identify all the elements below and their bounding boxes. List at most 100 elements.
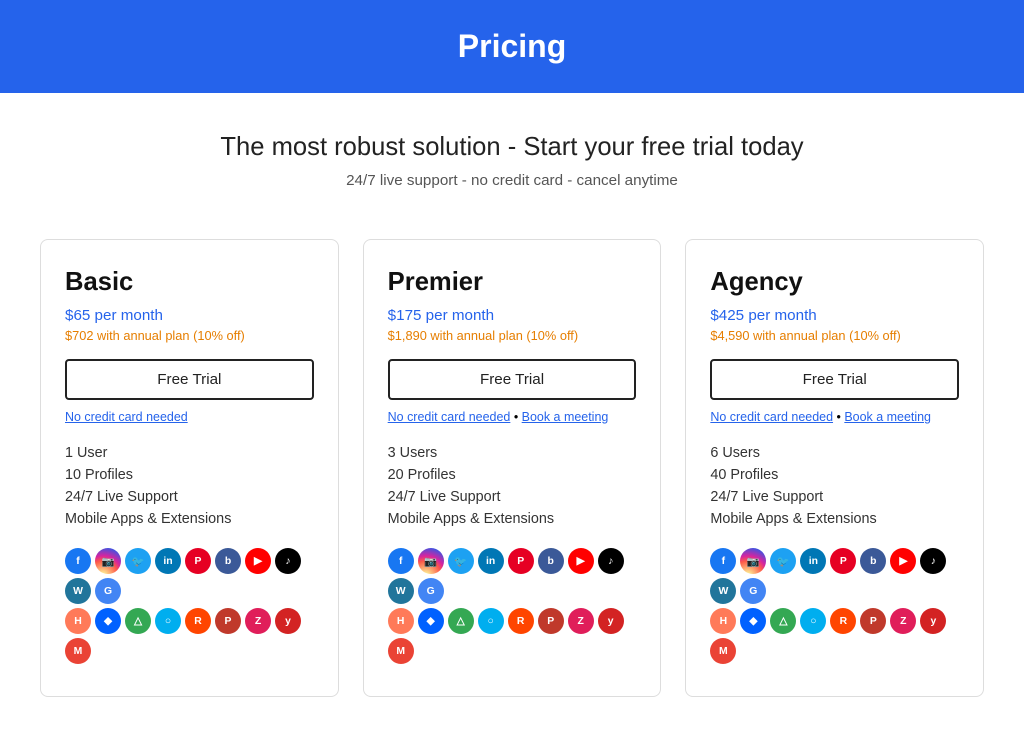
price-annual-basic: $702 with annual plan (10% off) bbox=[65, 328, 314, 343]
feature-premier-2: 24/7 Live Support bbox=[388, 486, 637, 508]
feature-basic-2: 24/7 Live Support bbox=[65, 486, 314, 508]
dropbox-icon: ◆ bbox=[418, 608, 444, 634]
plan-card-basic: Basic $65 per month $702 with annual pla… bbox=[40, 239, 339, 697]
zapier-icon: Z bbox=[245, 608, 271, 634]
tiktok-icon: ♪ bbox=[920, 548, 946, 574]
price-main-premier: $175 per month bbox=[388, 307, 637, 324]
buffer-icon: b bbox=[215, 548, 241, 574]
youtube-icon: ▶ bbox=[890, 548, 916, 574]
features-premier: 3 Users 20 Profiles 24/7 Live Support Mo… bbox=[388, 442, 637, 530]
reddit-icon: R bbox=[185, 608, 211, 634]
googledrive-icon: △ bbox=[125, 608, 151, 634]
free-trial-button-basic[interactable]: Free Trial bbox=[65, 359, 314, 400]
pinterest-icon: P bbox=[508, 548, 534, 574]
buffer2-icon: ○ bbox=[478, 608, 504, 634]
price-annual-premier: $1,890 with annual plan (10% off) bbox=[388, 328, 637, 343]
tiktok-icon: ♪ bbox=[598, 548, 624, 574]
hero-headline: The most robust solution - Start your fr… bbox=[20, 133, 1004, 162]
tiktok-icon: ♪ bbox=[275, 548, 301, 574]
facebook-icon: f bbox=[65, 548, 91, 574]
pocket-icon: P bbox=[860, 608, 886, 634]
gmail-icon: M bbox=[65, 638, 91, 664]
free-trial-button-agency[interactable]: Free Trial bbox=[710, 359, 959, 400]
pocket-icon: P bbox=[538, 608, 564, 634]
reddit-icon: R bbox=[508, 608, 534, 634]
instagram-icon: 📷 bbox=[95, 548, 121, 574]
google-icon: G bbox=[740, 578, 766, 604]
social-icons-row2-agency: H ◆ △ ○ R P Z y M bbox=[710, 608, 959, 664]
youtube-icon: ▶ bbox=[245, 548, 271, 574]
linkedin-icon: in bbox=[800, 548, 826, 574]
yelp-icon: y bbox=[920, 608, 946, 634]
wordpress-icon: W bbox=[710, 578, 736, 604]
buffer2-icon: ○ bbox=[800, 608, 826, 634]
facebook-icon: f bbox=[710, 548, 736, 574]
separator-premier: • bbox=[514, 410, 522, 424]
feature-basic-0: 1 User bbox=[65, 442, 314, 464]
book-meeting-agency[interactable]: Book a meeting bbox=[844, 410, 931, 424]
free-trial-button-premier[interactable]: Free Trial bbox=[388, 359, 637, 400]
googledrive-icon: △ bbox=[448, 608, 474, 634]
instagram-icon: 📷 bbox=[418, 548, 444, 574]
yelp-icon: y bbox=[275, 608, 301, 634]
hubspot-icon: H bbox=[388, 608, 414, 634]
plan-name-basic: Basic bbox=[65, 268, 314, 297]
instagram-icon: 📷 bbox=[740, 548, 766, 574]
no-cc-basic: No credit card needed bbox=[65, 410, 188, 424]
plan-card-premier: Premier $175 per month $1,890 with annua… bbox=[363, 239, 662, 697]
buffer-icon: b bbox=[538, 548, 564, 574]
price-annual-agency: $4,590 with annual plan (10% off) bbox=[710, 328, 959, 343]
feature-basic-1: 10 Profiles bbox=[65, 464, 314, 486]
gmail-icon: M bbox=[710, 638, 736, 664]
linkedin-icon: in bbox=[155, 548, 181, 574]
dropbox-icon: ◆ bbox=[95, 608, 121, 634]
wordpress-icon: W bbox=[65, 578, 91, 604]
pricing-cards: Basic $65 per month $702 with annual pla… bbox=[0, 209, 1024, 737]
linkedin-icon: in bbox=[478, 548, 504, 574]
hero-section: The most robust solution - Start your fr… bbox=[0, 93, 1024, 209]
credit-line-basic: No credit card needed bbox=[65, 410, 314, 424]
youtube-icon: ▶ bbox=[568, 548, 594, 574]
social-icons-row2-basic: H ◆ △ ○ R P Z y M bbox=[65, 608, 314, 664]
feature-agency-2: 24/7 Live Support bbox=[710, 486, 959, 508]
twitter-icon: 🐦 bbox=[125, 548, 151, 574]
pocket-icon: P bbox=[215, 608, 241, 634]
feature-premier-1: 20 Profiles bbox=[388, 464, 637, 486]
yelp-icon: y bbox=[598, 608, 624, 634]
plan-name-agency: Agency bbox=[710, 268, 959, 297]
feature-agency-1: 40 Profiles bbox=[710, 464, 959, 486]
no-cc-agency: No credit card needed bbox=[710, 410, 833, 424]
features-basic: 1 User 10 Profiles 24/7 Live Support Mob… bbox=[65, 442, 314, 530]
facebook-icon: f bbox=[388, 548, 414, 574]
social-icons-row1-agency: f 📷 🐦 in P b ▶ ♪ W G bbox=[710, 548, 959, 604]
feature-basic-3: Mobile Apps & Extensions bbox=[65, 508, 314, 530]
pinterest-icon: P bbox=[185, 548, 211, 574]
wordpress-icon: W bbox=[388, 578, 414, 604]
hubspot-icon: H bbox=[710, 608, 736, 634]
social-icons-row1-basic: f 📷 🐦 in P b ▶ ♪ W G bbox=[65, 548, 314, 604]
buffer2-icon: ○ bbox=[155, 608, 181, 634]
buffer-icon: b bbox=[860, 548, 886, 574]
price-main-agency: $425 per month bbox=[710, 307, 959, 324]
gmail-icon: M bbox=[388, 638, 414, 664]
page-title: Pricing bbox=[20, 28, 1004, 65]
feature-agency-3: Mobile Apps & Extensions bbox=[710, 508, 959, 530]
social-icons-row1-premier: f 📷 🐦 in P b ▶ ♪ W G bbox=[388, 548, 637, 604]
book-meeting-premier[interactable]: Book a meeting bbox=[522, 410, 609, 424]
google-icon: G bbox=[95, 578, 121, 604]
social-icons-row2-premier: H ◆ △ ○ R P Z y M bbox=[388, 608, 637, 664]
plan-name-premier: Premier bbox=[388, 268, 637, 297]
credit-line-premier: No credit card needed • Book a meeting bbox=[388, 410, 637, 424]
plan-card-agency: Agency $425 per month $4,590 with annual… bbox=[685, 239, 984, 697]
features-agency: 6 Users 40 Profiles 24/7 Live Support Mo… bbox=[710, 442, 959, 530]
page-header: Pricing bbox=[0, 0, 1024, 93]
hero-subline: 24/7 live support - no credit card - can… bbox=[20, 172, 1004, 189]
feature-premier-3: Mobile Apps & Extensions bbox=[388, 508, 637, 530]
twitter-icon: 🐦 bbox=[448, 548, 474, 574]
dropbox-icon: ◆ bbox=[740, 608, 766, 634]
googledrive-icon: △ bbox=[770, 608, 796, 634]
zapier-icon: Z bbox=[568, 608, 594, 634]
zapier-icon: Z bbox=[890, 608, 916, 634]
pinterest-icon: P bbox=[830, 548, 856, 574]
credit-line-agency: No credit card needed • Book a meeting bbox=[710, 410, 959, 424]
